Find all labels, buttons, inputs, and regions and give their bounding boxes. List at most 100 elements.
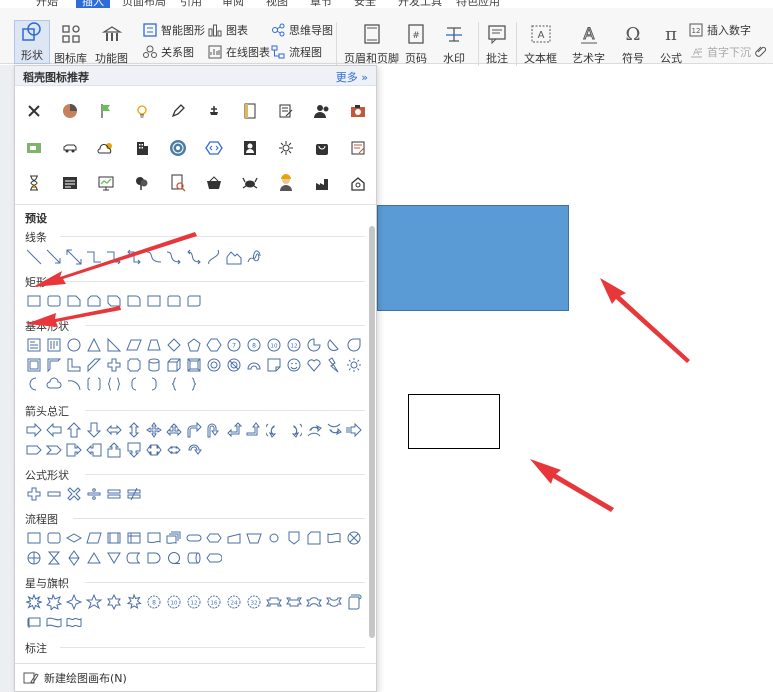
flow-direct-access-shape[interactable] bbox=[185, 549, 203, 567]
menu-special[interactable]: 特色应用 bbox=[456, 0, 500, 8]
pen-icon[interactable] bbox=[167, 100, 189, 122]
bent-arrow-shape[interactable] bbox=[185, 421, 203, 439]
home-icon[interactable] bbox=[347, 172, 369, 194]
star-8-shape[interactable]: 8 bbox=[145, 593, 163, 611]
elbow-connector-shape[interactable] bbox=[85, 248, 103, 266]
watermark-button[interactable]: 水印 bbox=[441, 22, 467, 66]
contact-card-icon[interactable] bbox=[239, 137, 261, 159]
double-bracket-shape[interactable] bbox=[85, 375, 103, 393]
factory-icon[interactable] bbox=[203, 100, 225, 122]
double-arrow-line-shape[interactable] bbox=[65, 248, 83, 266]
up-arrow-shape[interactable] bbox=[65, 421, 83, 439]
equal-math-shape[interactable] bbox=[105, 485, 123, 503]
flow-manual-input-shape[interactable] bbox=[225, 529, 243, 547]
flag-icon[interactable] bbox=[95, 100, 117, 122]
curve-shape[interactable] bbox=[205, 248, 223, 266]
striped-right-arrow-shape[interactable] bbox=[345, 421, 363, 439]
left-up-arrow-shape[interactable] bbox=[225, 421, 243, 439]
relation-button[interactable]: 关系图 bbox=[142, 44, 194, 60]
left-right-arrow-shape[interactable] bbox=[105, 421, 123, 439]
ribbon-down-shape[interactable] bbox=[285, 593, 303, 611]
flow-multidocument-shape[interactable] bbox=[165, 529, 183, 547]
rectangle-shape[interactable] bbox=[25, 292, 43, 310]
ribbon-up-shape[interactable] bbox=[265, 593, 283, 611]
minus-math-shape[interactable] bbox=[45, 485, 63, 503]
flowchart-button[interactable]: 流程图 bbox=[270, 44, 322, 60]
flow-predefined-shape[interactable] bbox=[105, 529, 123, 547]
crab-icon[interactable] bbox=[239, 172, 261, 194]
multiply-math-shape[interactable] bbox=[65, 485, 83, 503]
pie-chart-icon[interactable] bbox=[59, 100, 81, 122]
dodecagon-shape[interactable]: 12 bbox=[285, 336, 303, 354]
down-arrow-callout-shape[interactable] bbox=[125, 441, 143, 459]
down-arrow-shape[interactable] bbox=[85, 421, 103, 439]
trapezoid-shape[interactable] bbox=[145, 336, 163, 354]
flow-extract-shape[interactable] bbox=[85, 549, 103, 567]
flow-terminator-shape[interactable] bbox=[185, 529, 203, 547]
header-footer-button[interactable]: 页眉和页脚 bbox=[344, 22, 399, 66]
sun-gear-icon[interactable] bbox=[275, 137, 297, 159]
divide-math-shape[interactable] bbox=[85, 485, 103, 503]
page-num-button[interactable]: # 页码 bbox=[403, 22, 429, 66]
diamond-shape[interactable] bbox=[165, 336, 183, 354]
curved-down-arrow-shape[interactable] bbox=[325, 421, 343, 439]
white-rectangle-shape[interactable] bbox=[408, 394, 500, 449]
menu-insert[interactable]: 插入 bbox=[76, 0, 110, 8]
right-arrow-callout-shape[interactable] bbox=[65, 441, 83, 459]
building-icon[interactable] bbox=[131, 137, 153, 159]
cloud-shape[interactable] bbox=[45, 375, 63, 393]
plus-shape[interactable] bbox=[105, 356, 123, 374]
star-4-shape[interactable] bbox=[65, 593, 83, 611]
left-bracket-shape[interactable] bbox=[125, 375, 143, 393]
mindmap-button[interactable]: 思维导图 bbox=[270, 22, 333, 38]
lightbulb-icon[interactable] bbox=[131, 100, 153, 122]
menu-chapter[interactable]: 章节 bbox=[310, 0, 332, 8]
curved-right-arrow-shape[interactable] bbox=[265, 421, 283, 439]
formula-button[interactable]: π 公式 bbox=[658, 22, 684, 66]
star-6-shape[interactable] bbox=[105, 593, 123, 611]
factory-chimney-icon[interactable] bbox=[311, 172, 333, 194]
flow-manual-op-shape[interactable] bbox=[245, 529, 263, 547]
pie-shape[interactable] bbox=[305, 336, 323, 354]
flow-or-shape[interactable] bbox=[25, 549, 43, 567]
right-brace-shape[interactable] bbox=[185, 375, 203, 393]
flow-offpage-shape[interactable] bbox=[285, 529, 303, 547]
folded-corner-shape[interactable] bbox=[265, 356, 283, 374]
left-right-arrow-callout-shape[interactable] bbox=[145, 441, 163, 459]
menu-security[interactable]: 安全 bbox=[354, 0, 376, 8]
elbow-arrow-shape[interactable] bbox=[105, 248, 123, 266]
curved-up-arrow-shape[interactable] bbox=[305, 421, 323, 439]
explosion-1-shape[interactable] bbox=[25, 593, 43, 611]
no-symbol-shape[interactable] bbox=[225, 356, 243, 374]
flow-process-shape[interactable] bbox=[25, 529, 43, 547]
star-5-shape[interactable] bbox=[85, 593, 103, 611]
tree-icon[interactable] bbox=[131, 172, 153, 194]
lightning-shape[interactable] bbox=[325, 356, 343, 374]
sun-shape[interactable] bbox=[345, 356, 363, 374]
round-snip-rect-shape[interactable] bbox=[145, 292, 163, 310]
worker-icon[interactable] bbox=[275, 172, 297, 194]
pentagon-shape[interactable] bbox=[185, 336, 203, 354]
more-link[interactable]: 更多 » bbox=[336, 69, 368, 85]
smiley-shape[interactable] bbox=[285, 356, 303, 374]
star-12-shape[interactable]: 12 bbox=[185, 593, 203, 611]
explosion-2-shape[interactable] bbox=[45, 593, 63, 611]
star-32-shape[interactable]: 32 bbox=[245, 593, 263, 611]
round-same-side-rect-shape[interactable] bbox=[165, 292, 183, 310]
func-chart-button[interactable]: 功能图 bbox=[95, 22, 128, 66]
frame-shape[interactable] bbox=[25, 356, 43, 374]
document-icon[interactable] bbox=[239, 100, 261, 122]
icon-lib-button[interactable]: 图标库 bbox=[54, 22, 87, 66]
double-brace-shape[interactable] bbox=[105, 375, 123, 393]
parallelogram-shape[interactable] bbox=[125, 336, 143, 354]
can-shape[interactable] bbox=[145, 356, 163, 374]
circular-arrow-shape[interactable] bbox=[185, 441, 203, 459]
heptagon-shape[interactable]: 7 bbox=[225, 336, 243, 354]
cloud-sun-icon[interactable] bbox=[95, 137, 117, 159]
freeform-shape[interactable] bbox=[225, 248, 243, 266]
flow-sort-shape[interactable] bbox=[65, 549, 83, 567]
plaque-shape[interactable] bbox=[125, 356, 143, 374]
right-triangle-shape[interactable] bbox=[105, 336, 123, 354]
teardrop-shape[interactable] bbox=[345, 336, 363, 354]
quad-arrow-shape[interactable] bbox=[145, 421, 163, 439]
